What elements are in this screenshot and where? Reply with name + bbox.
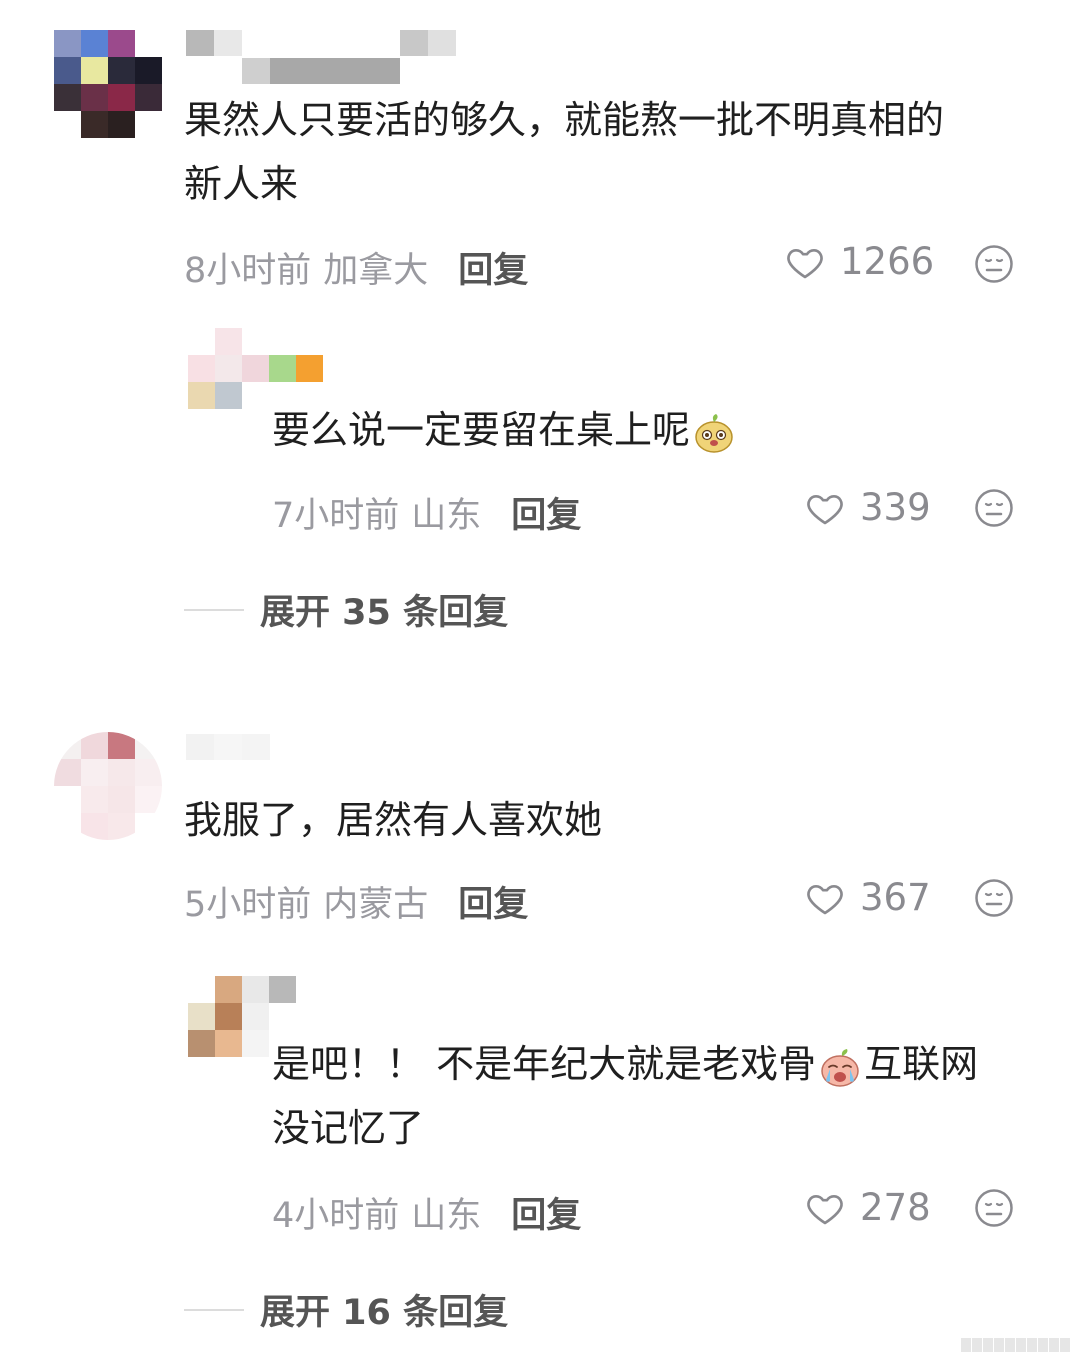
divider: [184, 608, 244, 611]
avatar[interactable]: [188, 328, 324, 409]
comment-text: 新人来: [184, 162, 299, 206]
username-blurred[interactable]: [186, 30, 456, 84]
like-count: 339: [860, 486, 931, 529]
like-count: 367: [860, 876, 931, 919]
comment-time: 8小时前: [184, 251, 312, 291]
comment-location: 加拿大: [323, 251, 429, 291]
neutral-face-icon[interactable]: [974, 488, 1014, 528]
heart-outline-icon: [807, 494, 843, 524]
reply-location: 山东: [411, 496, 482, 536]
watermark-blurred: [961, 1338, 1070, 1352]
reply-button[interactable]: 回复: [511, 487, 581, 538]
expand-label: 展开 35 条回复: [260, 593, 509, 633]
reply-button[interactable]: 回复: [511, 1187, 581, 1238]
heart-outline-icon: [807, 884, 843, 914]
reply-button[interactable]: 回复: [458, 876, 528, 927]
expand-label: 展开 16 条回复: [260, 1293, 509, 1333]
expand-replies-button[interactable]: 展开 35 条回复: [184, 584, 508, 635]
divider: [184, 1308, 244, 1311]
neutral-face-icon[interactable]: [974, 1188, 1014, 1228]
reply-time: 4小时前: [272, 1196, 400, 1236]
neutral-face-icon[interactable]: [974, 244, 1014, 284]
heart-outline-icon: [787, 248, 823, 278]
reply-time: 7小时前: [272, 496, 400, 536]
reply-location: 山东: [411, 1196, 482, 1236]
avatar[interactable]: [54, 30, 162, 138]
comment-meta: 5小时前 内蒙古 回复: [184, 876, 528, 927]
comment-time: 5小时前: [184, 885, 312, 925]
username-blurred[interactable]: [186, 734, 270, 760]
like-count: 278: [860, 1186, 931, 1229]
like-button[interactable]: 1266: [784, 240, 934, 283]
comment-meta: 8小时前 加拿大 回复: [184, 242, 528, 293]
comment-text: 果然人只要活的够久，就能熬一批不明真相的: [184, 98, 945, 142]
reply-text: 是吧！！ 不是年纪大就是老戏骨 互联网: [272, 1032, 978, 1096]
reply-text: 没记忆了: [272, 1106, 425, 1150]
comment-text: 我服了，居然有人喜欢她: [184, 798, 603, 842]
neutral-face-icon[interactable]: [974, 878, 1014, 918]
heart-outline-icon: [807, 1194, 843, 1224]
expand-replies-button[interactable]: 展开 16 条回复: [184, 1284, 508, 1335]
like-button[interactable]: 278: [804, 1186, 931, 1229]
like-button[interactable]: 339: [804, 486, 931, 529]
reply-button[interactable]: 回复: [458, 242, 528, 293]
comment-location: 内蒙古: [323, 885, 429, 925]
like-count: 1266: [840, 240, 935, 283]
reply-meta: 4小时前 山东 回复: [272, 1187, 581, 1238]
reply-meta: 7小时前 山东 回复: [272, 487, 581, 538]
avatar[interactable]: [54, 732, 162, 840]
reply-text: 要么说一定要留在桌上呢: [272, 398, 738, 462]
crying-mascot-emoji-icon: [821, 1048, 859, 1087]
like-button[interactable]: 367: [804, 876, 931, 919]
mascot-emoji-icon: [695, 413, 733, 453]
